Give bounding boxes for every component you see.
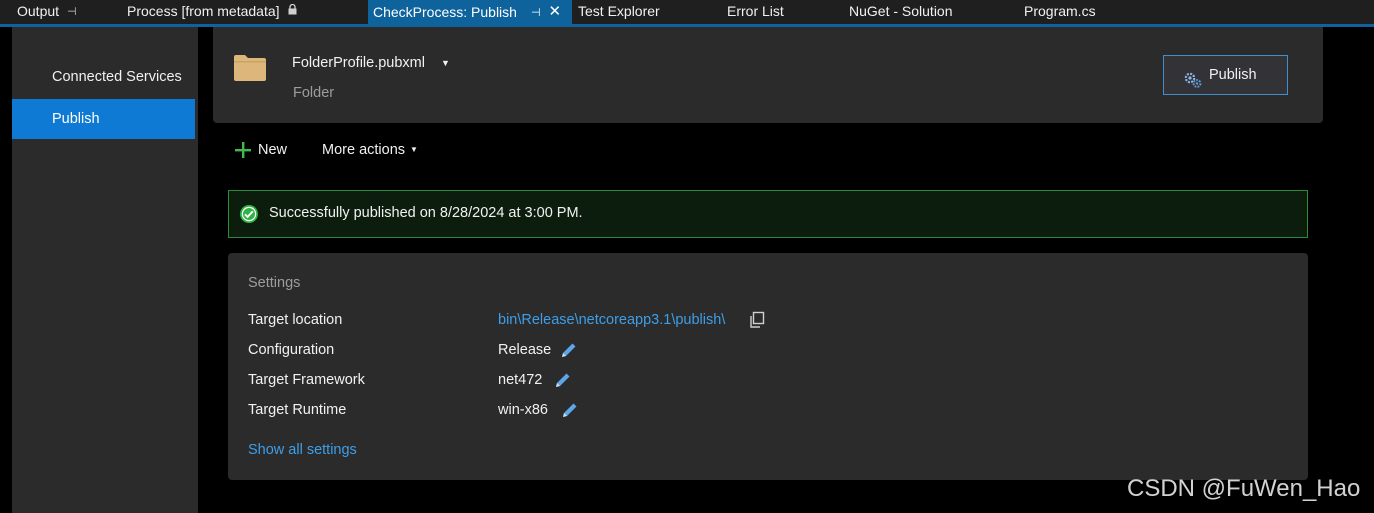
document-tab-strip: Output ⊣ Process [from metadata] CheckPro…: [0, 0, 1374, 24]
configuration-value: Release: [498, 342, 552, 358]
tab-label: Process [from metadata]: [127, 3, 280, 19]
target-location-label: Target location: [248, 312, 343, 328]
tab-label: Output: [17, 3, 60, 19]
publish-button[interactable]: Publish: [1163, 55, 1288, 95]
publish-button-label: Publish: [1209, 67, 1257, 83]
chevron-down-icon: ▼: [410, 145, 418, 154]
new-button-label: New: [258, 142, 288, 158]
pin-icon[interactable]: ⊣: [531, 2, 541, 25]
copy-icon[interactable]: [747, 310, 767, 330]
target-framework-value: net472: [498, 372, 543, 388]
tab-label: Error List: [727, 3, 784, 19]
tab-nuget-solution[interactable]: NuGet - Solution: [849, 0, 953, 24]
success-message: Successfully published on 8/28/2024 at 3…: [269, 205, 583, 221]
tab-process-metadata[interactable]: Process [from metadata]: [127, 0, 297, 24]
publish-success-banner: Successfully published on 8/28/2024 at 3…: [228, 190, 1308, 238]
profile-selector[interactable]: FolderProfile.pubxml: [292, 55, 425, 71]
chevron-down-icon[interactable]: ▼: [441, 58, 450, 68]
profile-type-label: Folder: [293, 85, 335, 101]
pencil-icon[interactable]: [559, 340, 579, 360]
pin-icon[interactable]: ⊣: [67, 1, 77, 24]
success-check-icon: [239, 204, 259, 224]
configuration-label: Configuration: [248, 342, 335, 358]
nav-item-publish[interactable]: Publish: [12, 99, 195, 139]
publish-gears-icon: [1183, 66, 1203, 88]
tab-output[interactable]: Output ⊣: [17, 0, 77, 24]
pencil-icon[interactable]: [553, 370, 573, 390]
tab-checkprocess-publish[interactable]: CheckProcess: Publish ⊣ ✕: [368, 0, 572, 24]
settings-title: Settings: [248, 275, 301, 291]
publish-left-nav: Connected Services Publish: [12, 27, 198, 513]
nav-item-connected-services[interactable]: Connected Services: [12, 57, 195, 97]
target-location-link[interactable]: bin\Release\netcoreapp3.1\publish\: [498, 312, 725, 328]
plus-icon: [234, 141, 252, 159]
csdn-watermark: CSDN @FuWen_Hao: [1127, 475, 1361, 502]
target-runtime-value: win-x86: [498, 402, 548, 418]
pencil-icon[interactable]: [560, 400, 580, 420]
tab-error-list[interactable]: Error List: [727, 0, 784, 24]
more-actions-dropdown[interactable]: More actions ▼: [322, 138, 418, 162]
folder-icon: [233, 53, 267, 81]
tab-label: Program.cs: [1024, 3, 1096, 19]
target-framework-label: Target Framework: [248, 372, 365, 388]
tab-test-explorer[interactable]: Test Explorer: [578, 0, 660, 24]
tab-program-cs[interactable]: Program.cs: [1024, 0, 1096, 24]
tab-label: Test Explorer: [578, 3, 660, 19]
tab-label: NuGet - Solution: [849, 3, 953, 19]
show-all-settings-link[interactable]: Show all settings: [248, 442, 357, 458]
new-profile-button[interactable]: New: [232, 138, 287, 162]
settings-panel: Settings Target location bin\Release\net…: [228, 253, 1308, 480]
close-icon[interactable]: ✕: [549, 0, 562, 23]
tab-label: CheckProcess: Publish: [373, 4, 517, 20]
more-actions-label: More actions: [322, 142, 406, 158]
lock-icon: [288, 1, 297, 24]
target-runtime-label: Target Runtime: [248, 402, 347, 418]
publish-profile-card: FolderProfile.pubxml ▼ Folder Publish: [213, 27, 1323, 123]
